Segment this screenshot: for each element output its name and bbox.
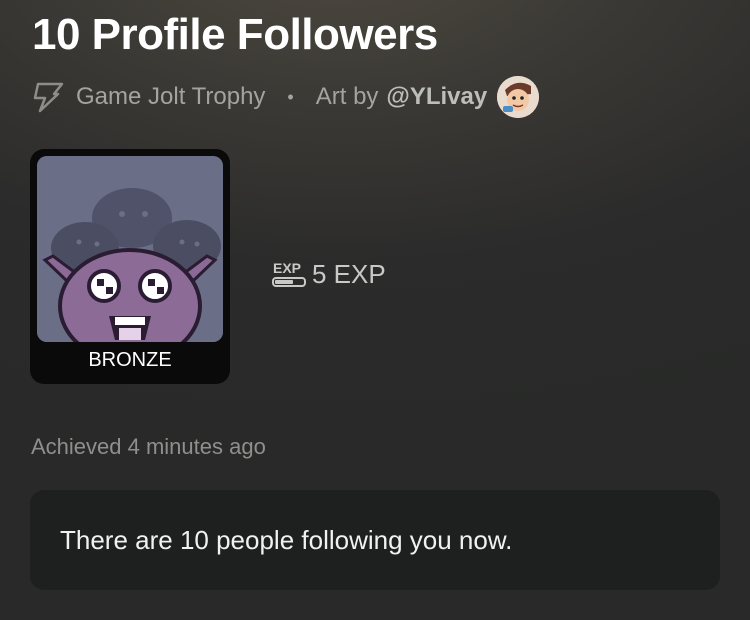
artist-link[interactable]: @YLivay — [386, 83, 487, 111]
trophy-tier: BRONZE — [88, 349, 172, 371]
exp-icon-label: EXP — [273, 260, 301, 276]
trophy-description: There are 10 people following you now. — [60, 524, 513, 555]
achieved-timestamp: Achieved 4 minutes ago — [31, 434, 266, 459]
trophy-card: BRONZE — [30, 149, 230, 384]
trophy-description-box: There are 10 people following you now. — [30, 490, 720, 590]
exp-value: 5 EXP — [312, 258, 386, 289]
trophy-artwork — [37, 156, 223, 342]
trophy-title: 10 Profile Followers — [32, 10, 438, 59]
exp-reward: EXP 5 EXP — [272, 258, 386, 290]
exp-icon: EXP — [272, 260, 306, 287]
art-by-label: Art by — [315, 83, 379, 110]
avatar-face-icon — [497, 76, 540, 118]
trophy-monster-icon — [37, 156, 223, 342]
meta-separator: • — [287, 86, 294, 107]
lightning-bolt-icon — [33, 82, 64, 113]
artist-avatar[interactable] — [497, 76, 540, 118]
trophy-type-label: Game Jolt Trophy — [76, 83, 266, 110]
trophy-meta: Game Jolt Trophy • Art by @YLivay — [32, 74, 540, 120]
